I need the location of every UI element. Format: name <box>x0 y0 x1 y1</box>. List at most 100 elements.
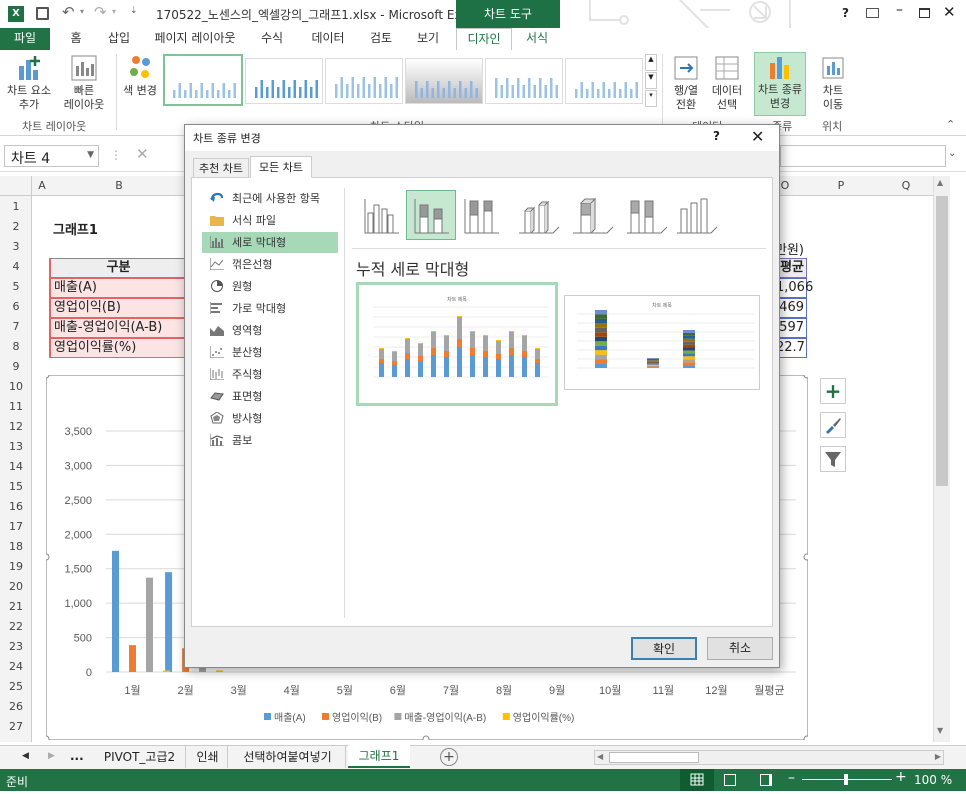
maximize-button[interactable] <box>919 8 930 18</box>
row-header[interactable]: 16 <box>0 500 32 513</box>
horizontal-scroll-thumb[interactable] <box>609 752 699 763</box>
scroll-right-icon[interactable]: ▶ <box>935 752 941 761</box>
ok-button[interactable]: 확인 <box>631 637 697 660</box>
row-header[interactable]: 20 <box>0 580 32 593</box>
tab-file[interactable]: 파일 <box>0 28 50 50</box>
expand-formula-icon[interactable]: ⌄ <box>948 148 956 159</box>
move-chart-button[interactable]: 차트 이동 <box>812 54 854 112</box>
col-header-a[interactable]: A <box>33 179 51 192</box>
row-header[interactable]: 23 <box>0 640 32 653</box>
row-header[interactable]: 19 <box>0 560 32 573</box>
zoom-slider-thumb[interactable] <box>844 774 848 785</box>
row-header[interactable]: 2 <box>0 220 32 233</box>
gallery-scroll-up-icon[interactable]: ▲ <box>645 54 657 71</box>
category-pie[interactable]: 원형 <box>202 276 338 297</box>
scroll-up-icon[interactable]: ▲ <box>937 178 943 187</box>
tab-view[interactable]: 보기 <box>406 28 450 50</box>
row-header[interactable]: 21 <box>0 600 32 613</box>
category-scatter[interactable]: 분산형 <box>202 342 338 363</box>
vertical-scrollbar[interactable]: ▲ ▼ <box>933 176 950 742</box>
tab-insert[interactable]: 삽입 <box>98 28 140 50</box>
row-header[interactable]: 3 <box>0 240 32 253</box>
switch-row-column-button[interactable]: 행/열 전환 <box>666 54 706 112</box>
sheet-tab-pivot[interactable]: PIVOT_고급2 <box>94 746 186 768</box>
category-templates[interactable]: 서식 파일 <box>202 210 338 231</box>
row-header[interactable]: 24 <box>0 660 32 673</box>
category-recent[interactable]: 최근에 사용한 항목 <box>202 188 338 209</box>
col-header-p[interactable]: P <box>815 179 867 192</box>
change-chart-type-button[interactable]: 차트 종류 변경 <box>754 52 806 116</box>
scroll-down-icon[interactable]: ▼ <box>937 726 943 735</box>
row-header[interactable]: 7 <box>0 320 32 333</box>
col-header-q[interactable]: Q <box>880 179 932 192</box>
row-header[interactable]: 14 <box>0 460 32 473</box>
row-header[interactable]: 13 <box>0 440 32 453</box>
chart-elements-button[interactable]: + <box>820 378 846 404</box>
row-header[interactable]: 1 <box>0 200 32 213</box>
cancel-button[interactable]: 취소 <box>707 637 773 660</box>
category-combo[interactable]: 콤보 <box>202 430 338 451</box>
tab-home[interactable]: 홈 <box>56 28 96 50</box>
zoom-out-button[interactable]: – <box>788 770 795 786</box>
tab-data[interactable]: 데이터 <box>300 28 356 50</box>
dialog-close-button[interactable]: ✕ <box>751 127 764 146</box>
subtype-stacked-column[interactable] <box>406 190 456 240</box>
row-label-sales[interactable]: 매출(A) <box>49 278 187 298</box>
next-sheet-icon[interactable]: ▶ <box>48 751 55 761</box>
ribbon-display-options-icon[interactable] <box>866 8 879 18</box>
row-label-sales-minus-profit[interactable]: 매출-영업이익(A-B) <box>49 318 187 338</box>
category-surface[interactable]: 표면형 <box>202 386 338 407</box>
name-box[interactable]: 차트 4 ▼ <box>4 145 99 167</box>
subtype-3d-column[interactable] <box>670 190 720 240</box>
minimize-button[interactable]: – <box>896 2 903 18</box>
row-header[interactable]: 26 <box>0 700 32 713</box>
undo-icon[interactable]: ↶ <box>62 3 75 21</box>
page-layout-view-button[interactable] <box>724 774 736 786</box>
formula-input[interactable] <box>780 145 946 167</box>
row-header[interactable]: 17 <box>0 520 32 533</box>
row-header[interactable]: 5 <box>0 280 32 293</box>
category-stock[interactable]: 주식형 <box>202 364 338 385</box>
save-icon[interactable] <box>36 7 49 20</box>
dialog-help-button[interactable]: ? <box>713 129 720 143</box>
row-header[interactable]: 25 <box>0 680 32 693</box>
new-sheet-button[interactable]: + <box>440 748 458 766</box>
subtype-3d-stacked-column[interactable] <box>566 190 616 240</box>
tab-all-charts[interactable]: 모든 차트 <box>250 156 312 178</box>
row-header[interactable]: 22 <box>0 620 32 633</box>
tab-formulas[interactable]: 수식 <box>250 28 294 50</box>
page-break-view-button[interactable] <box>760 774 772 786</box>
category-radar[interactable]: 방사형 <box>202 408 338 429</box>
chart-filters-button[interactable] <box>820 446 846 472</box>
normal-view-button[interactable] <box>680 769 714 791</box>
subtype-clustered-column[interactable] <box>356 190 406 240</box>
zoom-level[interactable]: 100 % <box>914 773 952 787</box>
change-colors-button[interactable]: 색 변경 <box>120 54 160 98</box>
sheet-tab-graph1[interactable]: 그래프1 <box>348 745 410 768</box>
row-header[interactable]: 27 <box>0 720 32 733</box>
row-label-operating-profit[interactable]: 영업이익(B) <box>49 298 187 318</box>
sheet-tab-print[interactable]: 인쇄 <box>188 746 228 768</box>
subtype-3d-100-stacked-column[interactable] <box>620 190 670 240</box>
more-sheets-button[interactable]: ... <box>70 749 84 763</box>
row-header[interactable]: 18 <box>0 540 32 553</box>
row-label-profit-rate[interactable]: 영업이익률(%) <box>49 338 187 358</box>
name-box-dropdown-icon[interactable]: ▼ <box>87 150 94 160</box>
redo-dropdown-icon[interactable]: ▾ <box>112 7 116 16</box>
tab-page-layout[interactable]: 페이지 레이아웃 <box>146 28 244 50</box>
cancel-formula-icon[interactable]: ✕ <box>136 145 149 163</box>
category-line[interactable]: 꺾은선형 <box>202 254 338 275</box>
close-window-button[interactable]: ✕ <box>943 3 956 21</box>
undo-dropdown-icon[interactable]: ▾ <box>80 7 84 16</box>
gallery-scroll-down-icon[interactable]: ▼ <box>645 72 657 89</box>
subtype-3d-clustered-column[interactable] <box>512 190 562 240</box>
row-header[interactable]: 11 <box>0 400 32 413</box>
category-bar[interactable]: 가로 막대형 <box>202 298 338 319</box>
zoom-in-button[interactable]: + <box>895 769 907 785</box>
tab-recommended-charts[interactable]: 추천 차트 <box>193 158 249 178</box>
tab-design[interactable]: 디자인 <box>456 28 512 50</box>
tab-format[interactable]: 서식 <box>514 28 560 50</box>
gallery-more-icon[interactable]: ▾ <box>645 90 657 107</box>
category-column[interactable]: 세로 막대형 <box>202 232 338 253</box>
row-header[interactable]: 8 <box>0 340 32 353</box>
